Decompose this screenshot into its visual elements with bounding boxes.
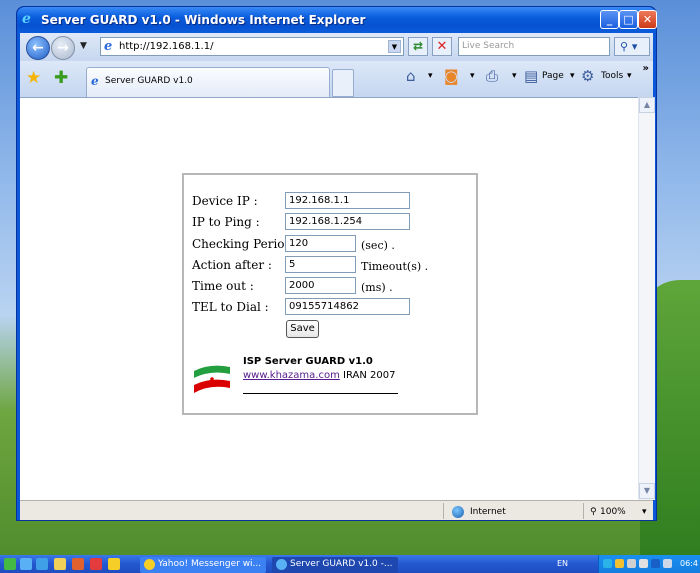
task-ie-icon — [276, 559, 287, 570]
address-dropdown-icon[interactable]: ▼ — [388, 40, 401, 53]
feeds-dropdown-icon[interactable]: ▾ — [470, 71, 475, 81]
brand-location-year: IRAN 2007 — [343, 370, 396, 381]
action-after-unit: Timeout(s) . — [361, 260, 429, 273]
stop-button[interactable]: ✕ — [432, 37, 452, 56]
taskbar: Yahoo! Messenger wi... Server GUARD v1.0… — [0, 555, 700, 573]
back-button[interactable]: ← — [26, 36, 50, 60]
task-server-guard[interactable]: Server GUARD v1.0 -... — [272, 557, 398, 573]
tray-bluetooth-icon[interactable] — [651, 559, 660, 568]
ie-window: e Server GUARD v1.0 - Windows Internet E… — [16, 6, 657, 521]
tray-messenger-icon[interactable] — [615, 559, 624, 568]
search-input[interactable]: Live Search — [458, 37, 610, 56]
task-yahoo-messenger[interactable]: Yahoo! Messenger wi... — [140, 557, 266, 573]
khazama-link[interactable]: www.khazama.com — [243, 370, 340, 381]
ip-to-ping-input[interactable]: 192.168.1.254 — [285, 213, 410, 230]
new-tab-button[interactable] — [332, 69, 354, 97]
address-text[interactable]: http://192.168.1.1/ — [119, 41, 213, 52]
search-button[interactable]: ⚲ ▾ — [614, 37, 650, 56]
internet-globe-icon — [452, 506, 464, 518]
close-button[interactable]: ✕ — [638, 10, 657, 29]
task-yahoo-label: Yahoo! Messenger wi... — [158, 559, 262, 569]
quicklaunch-media-icon[interactable] — [90, 558, 102, 570]
task-server-guard-label: Server GUARD v1.0 -... — [290, 559, 393, 569]
ie-logo-icon: e — [22, 11, 31, 27]
brand-line: www.khazama.com IRAN 2007 — [243, 370, 395, 381]
quicklaunch-browser-icon[interactable] — [36, 558, 48, 570]
tray-volume-icon[interactable] — [663, 559, 672, 568]
quicklaunch-start-icon[interactable] — [4, 558, 16, 570]
brand-divider — [243, 393, 398, 394]
page-menu[interactable]: Page — [542, 71, 564, 81]
add-favorite-icon[interactable]: ✚ — [54, 68, 68, 88]
tools-dropdown-icon[interactable]: ▾ — [627, 71, 632, 81]
save-button[interactable]: Save — [286, 320, 319, 338]
feeds-icon[interactable]: ◙ — [444, 67, 459, 85]
print-icon[interactable]: ⎙ — [486, 67, 498, 85]
address-row: ← → ▼ e http://192.168.1.1/ ▼ ⇄ ✕ Live S… — [20, 33, 653, 61]
ip-to-ping-label: IP to Ping : — [192, 215, 260, 229]
home-dropdown-icon[interactable]: ▾ — [428, 71, 433, 81]
quicklaunch-messenger-icon[interactable] — [108, 558, 120, 570]
device-ip-input[interactable]: 192.168.1.1 — [285, 192, 410, 209]
tray-security-icon[interactable] — [627, 559, 636, 568]
language-indicator[interactable]: EN — [557, 559, 568, 568]
tab-server-guard[interactable]: e Server GUARD v1.0 — [86, 67, 330, 97]
scroll-up-icon[interactable]: ▲ — [639, 97, 655, 113]
system-tray: 06:4 — [598, 555, 700, 573]
quicklaunch-ie-icon[interactable] — [20, 558, 32, 570]
zoom-dropdown-icon[interactable]: ▾ — [642, 507, 647, 517]
time-out-input[interactable]: 2000 — [285, 277, 356, 294]
scroll-down-icon[interactable]: ▼ — [639, 483, 655, 499]
zone-segment: Internet — [443, 503, 583, 519]
yahoo-smiley-icon — [144, 559, 155, 570]
zoom-text: 100% — [600, 507, 626, 517]
refresh-button[interactable]: ⇄ — [408, 37, 428, 56]
tab-label: Server GUARD v1.0 — [105, 76, 193, 86]
quicklaunch-firefox-icon[interactable] — [72, 558, 84, 570]
maximize-button[interactable]: □ — [619, 10, 638, 29]
favorites-star-icon[interactable]: ★ — [26, 68, 41, 88]
brand-title: ISP Server GUARD v1.0 — [243, 356, 373, 367]
tray-monitor-icon[interactable] — [639, 559, 648, 568]
time-out-label: Time out : — [192, 279, 254, 293]
checking-period-input[interactable]: 120 — [285, 235, 356, 252]
settings-panel: Device IP : 192.168.1.1 IP to Ping : 192… — [182, 173, 478, 415]
title-bar[interactable]: e Server GUARD v1.0 - Windows Internet E… — [17, 7, 657, 33]
zoom-segment[interactable]: ⚲ 100% ▾ — [583, 503, 651, 519]
tools-gear-icon: ⚙ — [581, 67, 595, 85]
address-bar[interactable]: e http://192.168.1.1/ ▼ — [100, 37, 404, 56]
iran-flag-logo — [194, 365, 230, 393]
home-icon[interactable]: ⌂ — [406, 67, 416, 85]
browser-chrome: ← → ▼ e http://192.168.1.1/ ▼ ⇄ ✕ Live S… — [20, 33, 653, 97]
more-chevron-icon[interactable]: » — [643, 63, 649, 74]
tray-network-icon[interactable] — [603, 559, 612, 568]
status-bar: Internet ⚲ 100% ▾ — [20, 500, 653, 520]
minimize-button[interactable]: _ — [600, 10, 619, 29]
zoom-magnifier-icon: ⚲ — [590, 507, 597, 517]
checking-period-unit: (sec) . — [361, 239, 395, 252]
tab-ie-icon: e — [91, 74, 99, 88]
page-content: Device IP : 192.168.1.1 IP to Ping : 192… — [20, 97, 638, 500]
tab-row: ★ ✚ e Server GUARD v1.0 ⌂ ▾ ◙ ▾ ⎙ ▾ ▤ Pa… — [20, 61, 653, 97]
vertical-scrollbar[interactable]: ▲ ▼ — [638, 97, 655, 500]
device-ip-label: Device IP : — [192, 194, 258, 208]
zone-text: Internet — [470, 507, 506, 517]
window-title: Server GUARD v1.0 - Windows Internet Exp… — [41, 13, 366, 27]
clock: 06:4 — [680, 559, 698, 568]
tel-to-dial-input[interactable]: 09155714862 — [285, 298, 410, 315]
forward-button[interactable]: → — [51, 36, 75, 60]
print-dropdown-icon[interactable]: ▾ — [512, 71, 517, 81]
page-icon-menu: ▤ — [524, 67, 539, 85]
recent-pages-dropdown-icon[interactable]: ▼ — [80, 41, 87, 51]
time-out-unit: (ms) . — [361, 281, 393, 294]
action-after-input[interactable]: 5 — [285, 256, 356, 273]
action-after-label: Action after : — [192, 258, 272, 272]
checking-period-label: Checking Period : — [192, 237, 301, 251]
quicklaunch-folder-icon[interactable] — [54, 558, 66, 570]
tools-menu[interactable]: Tools — [601, 71, 623, 81]
tel-to-dial-label: TEL to Dial : — [192, 300, 269, 314]
page-icon: e — [104, 39, 113, 54]
page-dropdown-icon[interactable]: ▾ — [570, 71, 575, 81]
